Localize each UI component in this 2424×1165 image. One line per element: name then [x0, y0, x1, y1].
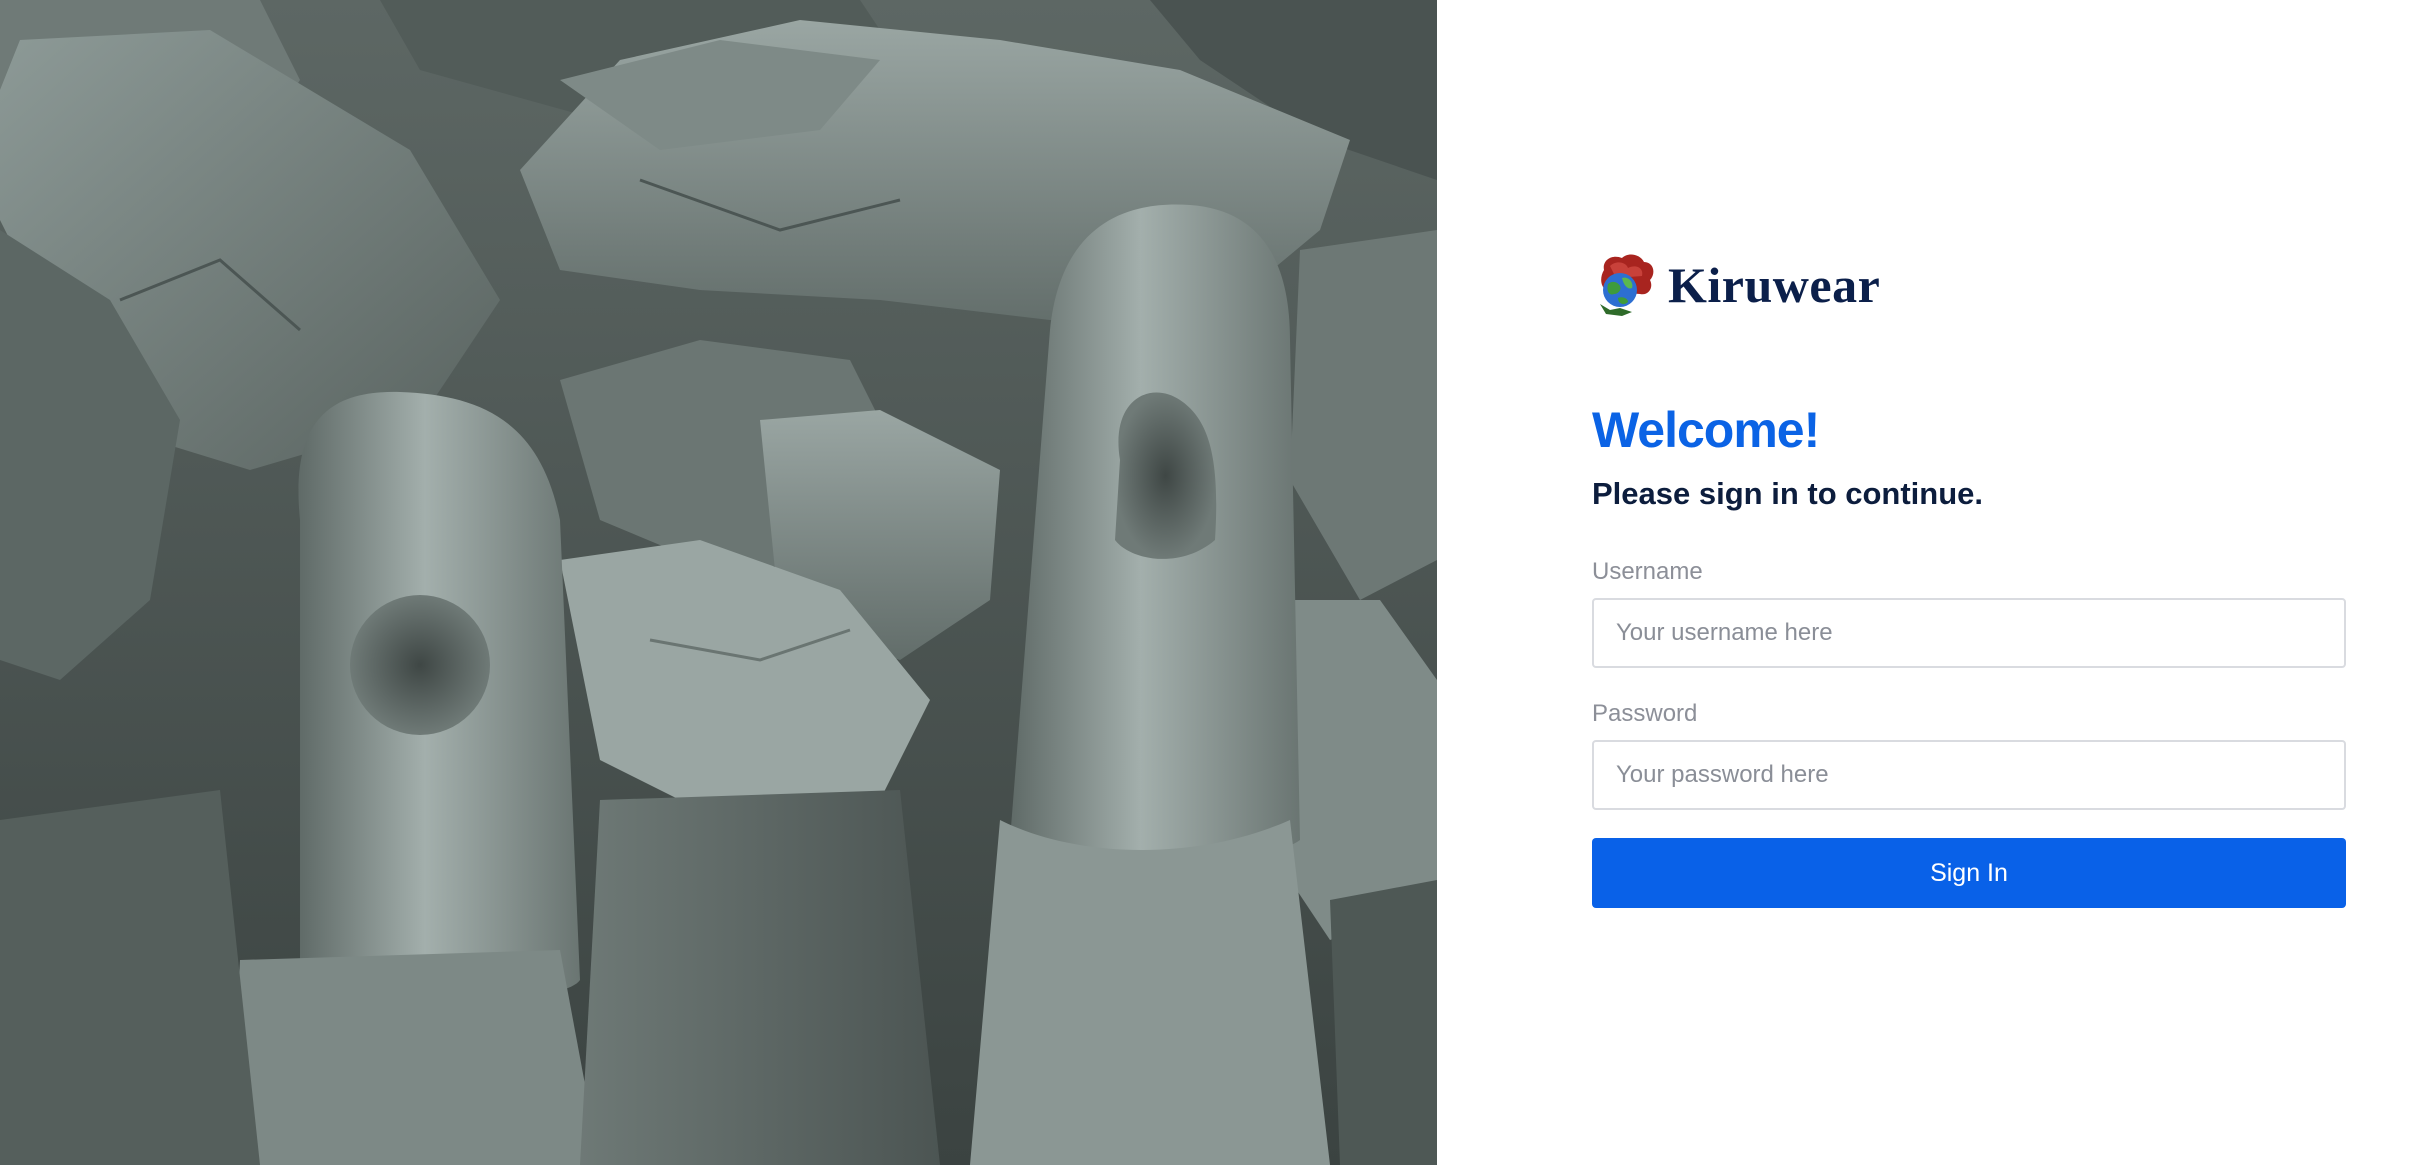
login-page: Kiruwear Welcome! Please sign in to cont…: [0, 0, 2424, 1165]
hero-image: [0, 0, 1437, 1165]
username-label: Username: [1592, 558, 1703, 586]
password-input[interactable]: [1592, 740, 2346, 811]
sign-in-button[interactable]: Sign In: [1592, 838, 2346, 909]
brand-logo: Kiruwear: [1592, 250, 2346, 320]
login-panel: Kiruwear Welcome! Please sign in to cont…: [1437, 0, 2424, 1165]
login-form: Kiruwear Welcome! Please sign in to cont…: [1592, 250, 2346, 909]
brand-name: Kiruwear: [1668, 257, 1881, 313]
rocks-photo-illustration: [0, 0, 1437, 1165]
password-label: Password: [1592, 700, 1698, 728]
signin-subheading: Please sign in to continue.: [1592, 476, 1984, 511]
username-input[interactable]: [1592, 598, 2346, 669]
globe-emblem-icon: [1600, 254, 1654, 316]
welcome-heading: Welcome!: [1592, 402, 1820, 458]
